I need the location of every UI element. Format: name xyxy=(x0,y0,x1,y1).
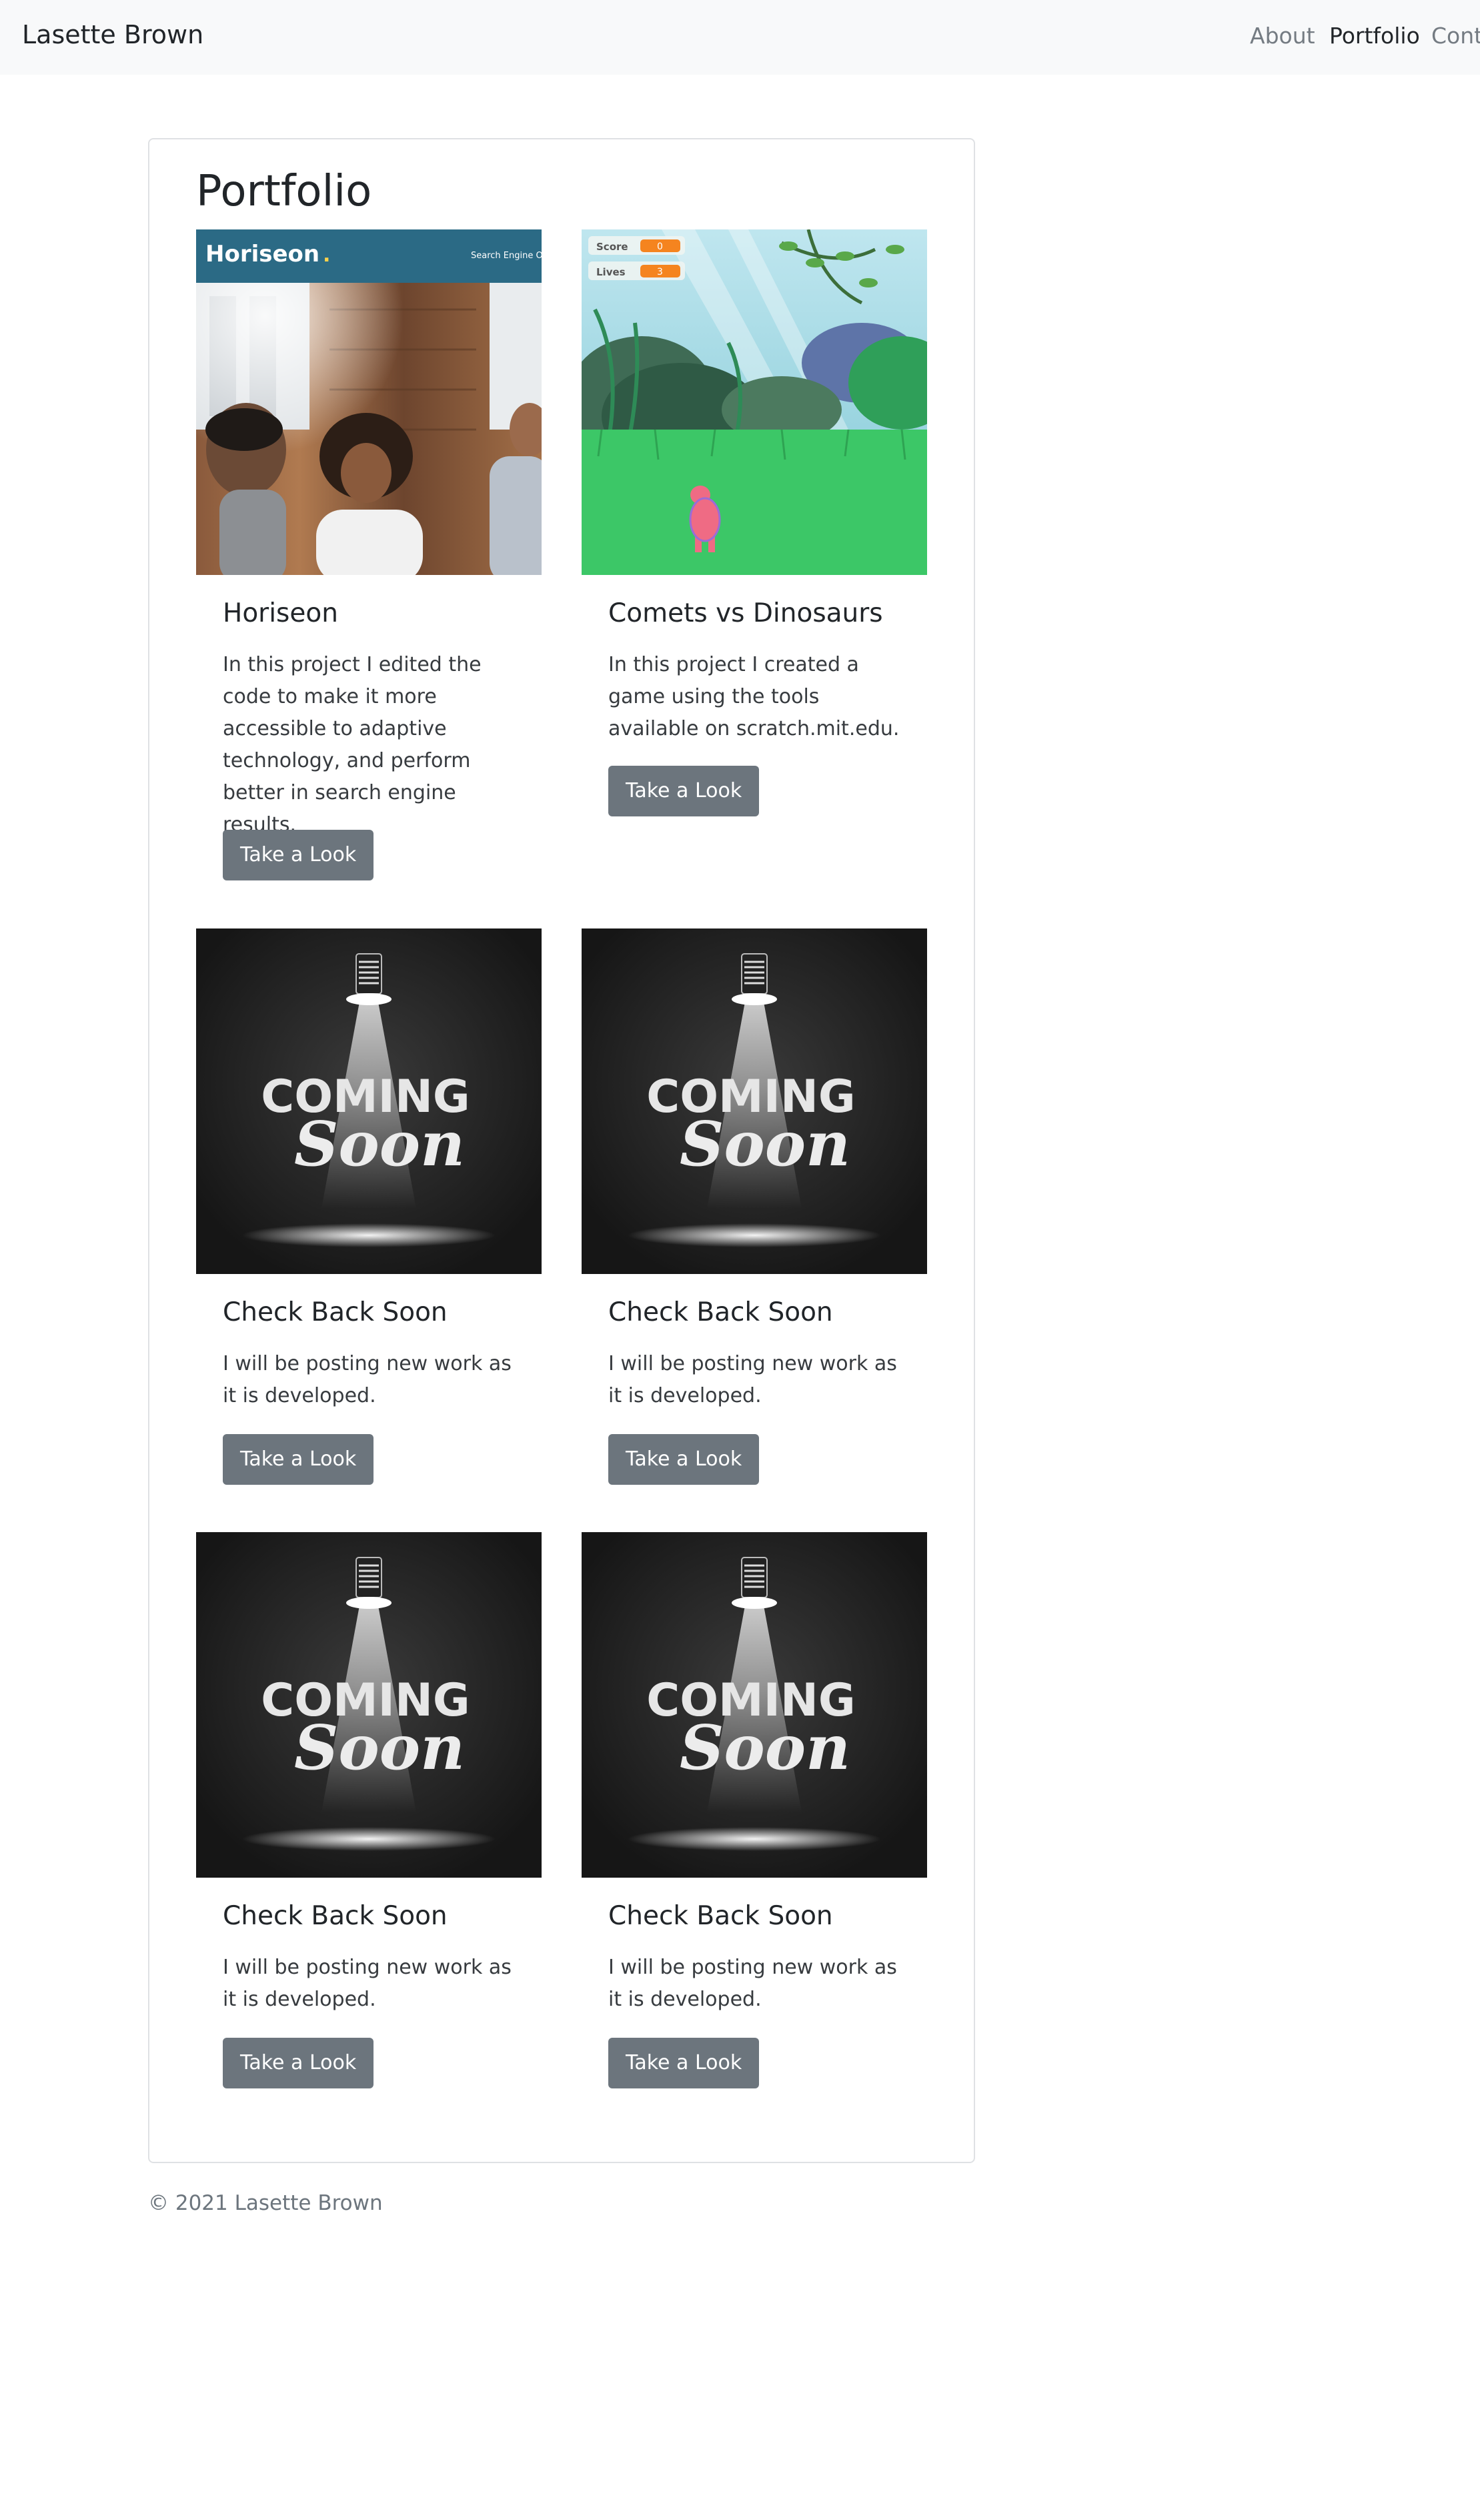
project-title: Comets vs Dinosaurs xyxy=(608,598,883,628)
project-title: Check Back Soon xyxy=(608,1297,833,1327)
coming-soon-line2: Soon xyxy=(294,1108,465,1180)
project-description: I will be posting new work as it is deve… xyxy=(223,1352,512,1407)
project-description: In this project I created a game using t… xyxy=(608,653,900,740)
take-a-look-button[interactable]: Take a Look xyxy=(608,766,760,816)
project-description: I will be posting new work as it is deve… xyxy=(608,1352,897,1407)
project-image-coming-soon[interactable]: COMING Soon xyxy=(582,928,927,1274)
project-description: I will be posting new work as it is deve… xyxy=(223,1956,512,2011)
take-a-look-button[interactable]: Take a Look xyxy=(223,830,374,880)
take-a-look-button[interactable]: Take a Look xyxy=(223,1434,374,1485)
score-value: 0 xyxy=(657,241,663,252)
take-a-look-button[interactable]: Take a Look xyxy=(223,2038,374,2088)
project-title: Check Back Soon xyxy=(223,1297,448,1327)
horiseon-tagline: Search Engine O xyxy=(471,251,542,261)
lives-value: 3 xyxy=(657,267,663,277)
project-title: Check Back Soon xyxy=(223,1901,448,1931)
coming-soon-line2: Soon xyxy=(294,1712,465,1784)
project-image-coming-soon[interactable]: COMING Soon xyxy=(196,928,542,1274)
nav-link-about[interactable]: About xyxy=(1250,23,1315,49)
footer-copyright: © 2021 Lasette Brown xyxy=(148,2191,383,2215)
project-title: Check Back Soon xyxy=(608,1901,833,1931)
project-image-coming-soon[interactable]: COMING Soon xyxy=(196,1532,542,1878)
page-title: Portfolio xyxy=(196,167,372,216)
navbar-brand[interactable]: Lasette Brown xyxy=(22,20,203,49)
project-title: Horiseon xyxy=(223,598,338,628)
take-a-look-button[interactable]: Take a Look xyxy=(608,2038,760,2088)
horiseon-logo-text: Horiseon xyxy=(205,241,319,267)
navbar: Lasette Brown About Portfolio Contact xyxy=(0,0,1480,75)
nav-link-portfolio[interactable]: Portfolio xyxy=(1329,23,1420,49)
score-label: Score xyxy=(596,241,628,253)
lives-label: Lives xyxy=(596,266,626,278)
take-a-look-button[interactable]: Take a Look xyxy=(608,1434,760,1485)
horiseon-logo-dot: . xyxy=(323,243,330,267)
project-image-horiseon[interactable]: Horiseon . Search Engine O xyxy=(196,229,542,575)
project-image-coming-soon[interactable]: COMING Soon xyxy=(582,1532,927,1878)
project-description: I will be posting new work as it is deve… xyxy=(608,1956,897,2011)
coming-soon-line2: Soon xyxy=(680,1108,850,1180)
nav-link-contact[interactable]: Contact xyxy=(1431,23,1480,49)
coming-soon-line2: Soon xyxy=(680,1712,850,1784)
project-description: In this project I edited the code to mak… xyxy=(223,653,482,836)
project-image-comets-vs-dinosaurs[interactable]: Score 0 Lives 3 xyxy=(582,229,927,575)
